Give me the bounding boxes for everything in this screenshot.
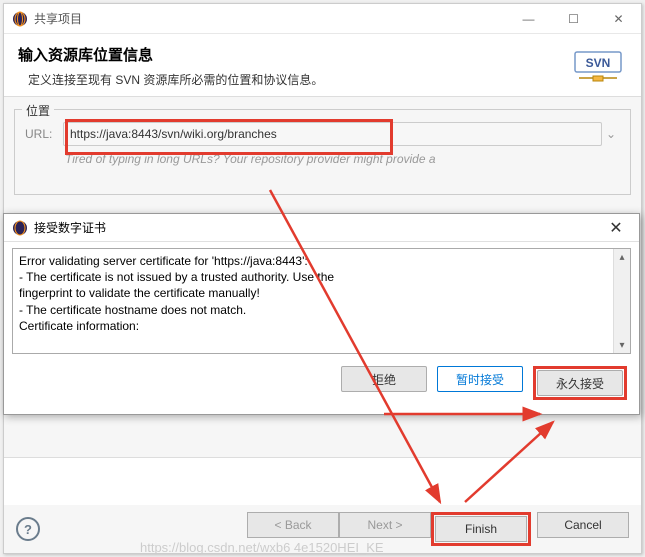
dropdown-icon[interactable]: ⌄ <box>602 127 620 141</box>
reject-button[interactable]: 拒绝 <box>341 366 427 392</box>
cert-line: - The certificate hostname does not matc… <box>19 302 612 318</box>
window-controls: — ☐ ✕ <box>506 4 641 34</box>
close-button[interactable]: ✕ <box>596 4 641 34</box>
cert-line: Certificate information: <box>19 318 612 334</box>
back-button[interactable]: < Back <box>247 512 339 538</box>
cert-line: - The certificate is not issued by a tru… <box>19 269 612 285</box>
dialog-title: 接受数字证书 <box>34 219 106 236</box>
scroll-up-icon[interactable]: ▴ <box>614 249 630 265</box>
certificate-dialog: 接受数字证书 ✕ Error validating server certifi… <box>3 213 640 415</box>
svg-text:SVN: SVN <box>586 56 611 70</box>
minimize-button[interactable]: — <box>506 4 551 34</box>
url-row: URL: ⌄ <box>25 122 620 146</box>
scroll-down-icon[interactable]: ▾ <box>614 337 630 353</box>
cert-message: Error validating server certificate for … <box>19 253 612 334</box>
maximize-button[interactable]: ☐ <box>551 4 596 34</box>
cert-line: fingerprint to validate the certificate … <box>19 285 612 301</box>
annotation-box-permanent: 永久接受 <box>533 366 627 400</box>
dialog-buttons: 拒绝 暂时接受 永久接受 <box>4 356 639 408</box>
location-legend: 位置 <box>22 102 54 119</box>
scrollbar[interactable]: ▴ ▾ <box>613 249 630 353</box>
watermark-text: https://blog.csdn.net/wxb6 4e1520HEI_KE <box>140 540 384 555</box>
svn-logo-icon: SVN <box>573 50 623 84</box>
titlebar: 共享项目 — ☐ ✕ <box>4 4 641 34</box>
eclipse-icon <box>12 11 28 27</box>
accept-temp-button[interactable]: 暂时接受 <box>437 366 523 392</box>
dialog-close-button[interactable]: ✕ <box>601 218 631 238</box>
wizard-header: 输入资源库位置信息 定义连接至现有 SVN 资源库所必需的位置和协议信息。 SV… <box>4 34 641 96</box>
dialog-body: Error validating server certificate for … <box>12 248 631 354</box>
help-button[interactable]: ? <box>16 517 40 541</box>
location-group: 位置 URL: ⌄ Tired of typing in long URLs? … <box>14 109 631 195</box>
dialog-titlebar: 接受数字证书 ✕ <box>4 214 639 242</box>
cancel-button[interactable]: Cancel <box>537 512 629 538</box>
url-hint: Tired of typing in long URLs? Your repos… <box>65 152 620 166</box>
next-button[interactable]: Next > <box>339 512 431 538</box>
eclipse-icon <box>12 220 28 236</box>
url-label: URL: <box>25 127 63 141</box>
accept-perm-button[interactable]: 永久接受 <box>537 370 623 396</box>
window-title: 共享项目 <box>34 10 82 27</box>
page-title: 输入资源库位置信息 <box>18 44 627 65</box>
annotation-box-finish: Finish <box>431 512 531 546</box>
page-description: 定义连接至现有 SVN 资源库所必需的位置和协议信息。 <box>28 71 627 88</box>
url-input[interactable] <box>63 122 602 146</box>
finish-button[interactable]: Finish <box>435 516 527 542</box>
cert-line: Error validating server certificate for … <box>19 253 612 269</box>
